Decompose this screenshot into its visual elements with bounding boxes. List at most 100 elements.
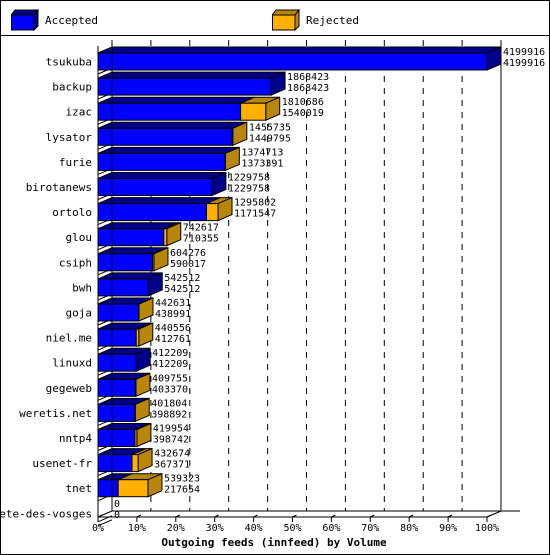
value-label-accepted: 398892 (151, 409, 187, 420)
bar-row: ortolo 12958021171547 (52, 196, 276, 226)
bar-accepted (97, 328, 137, 347)
category-label: usenet-fr (32, 457, 92, 470)
value-label-total: 1868423 (287, 72, 329, 83)
category-label: backup (52, 81, 92, 94)
bar-rejected (135, 328, 140, 347)
bar-accepted-top (97, 197, 221, 205)
bar-row: bete-des-vosges00 (0, 499, 120, 527)
x-tick-label: 30% (206, 523, 224, 534)
category-label: lysator (46, 131, 93, 144)
value-label-total: 440556 (155, 323, 191, 334)
value-label-total: 401804 (151, 398, 187, 409)
bar-accepted (97, 203, 208, 222)
bar-accepted (97, 278, 149, 297)
bar-accepted (97, 479, 119, 498)
x-tick-label: 10% (128, 523, 146, 534)
bar-row: furie 13747131373391 (59, 146, 283, 175)
value-label-accepted: 1171547 (234, 209, 276, 220)
bar-row: tsukuba 41999164199916 (46, 46, 545, 75)
value-label-total: 542512 (164, 273, 200, 284)
bar-row: gegeweb 409755403370 (46, 372, 188, 401)
category-label: furie (59, 156, 92, 169)
bar-row: niel.me 440556412761 (46, 322, 191, 351)
value-label-total: 412209 (152, 348, 188, 359)
bar-rejected (206, 203, 219, 222)
value-label-total: 0 (114, 499, 120, 510)
category-label: bwh (72, 281, 92, 294)
bar-row: nntp4 419954398742 (59, 422, 189, 451)
bar-row: goja 442631438991 (66, 297, 191, 326)
category-label: tsukuba (46, 56, 92, 69)
category-label: gegeweb (46, 382, 92, 395)
value-label-total: 604276 (170, 248, 206, 259)
x-tick-label: 40% (245, 523, 263, 534)
value-label-total: 1229758 (228, 173, 270, 184)
value-label-total: 409755 (152, 373, 188, 384)
bar-accepted-top (97, 96, 255, 104)
bar-row: tnet 539323217654 (66, 472, 200, 502)
value-label-total: 1810686 (282, 97, 324, 108)
x-tick-label: 100% (475, 523, 499, 534)
value-label-accepted: 1449795 (249, 133, 291, 144)
value-label-total: 742617 (183, 223, 219, 234)
bar-rejected (152, 253, 155, 272)
x-tick-label: 90% (439, 523, 457, 534)
category-label: niel.me (46, 332, 92, 345)
x-tick-label: 50% (283, 523, 301, 534)
bar-rejected (240, 102, 267, 121)
category-label: birotanews (26, 181, 92, 194)
bar-accepted (97, 52, 488, 71)
category-label: glou (66, 231, 93, 244)
bar-rejected (117, 479, 149, 498)
bar-row: usenet-fr 432674367371 (32, 447, 190, 477)
bar-accepted (97, 353, 137, 372)
value-label-total: 1455735 (249, 122, 291, 133)
category-label: nntp4 (59, 432, 92, 445)
bar-rejected (131, 454, 139, 473)
bar-accepted (97, 77, 272, 96)
x-tick-label: 0% (92, 523, 104, 534)
value-label-total: 4199916 (503, 47, 545, 58)
value-label-total: 432674 (154, 449, 190, 460)
bar-accepted-top (97, 172, 227, 179)
bar-accepted-top (97, 146, 240, 154)
bar-accepted (97, 303, 140, 322)
bar-accepted (97, 178, 213, 196)
value-label-accepted: 4199916 (503, 58, 545, 69)
value-label-accepted: 398742 (153, 435, 189, 446)
bar-accepted-top (97, 121, 247, 129)
value-label-accepted: 1868423 (287, 83, 329, 94)
category-label: goja (66, 307, 93, 320)
bar-accepted (97, 152, 226, 171)
bar-row: linuxd 412209412209 (52, 347, 188, 376)
category-label: weretis.net (19, 407, 92, 420)
x-tick-label: 80% (400, 523, 418, 534)
value-label-accepted: 438991 (155, 309, 191, 320)
bar-accepted (97, 253, 154, 272)
bar-rejected (134, 429, 138, 447)
bars: tsukuba 41999164199916 backup 1868423186842… (0, 46, 545, 527)
value-label-accepted: 403370 (152, 384, 188, 395)
bar-accepted (97, 378, 136, 397)
value-label-accepted: 412761 (155, 334, 191, 345)
bar-accepted-top (97, 46, 502, 54)
value-label-accepted: 367371 (154, 460, 190, 471)
x-tick-label: 60% (322, 523, 340, 534)
bar-accepted (97, 403, 136, 422)
value-label-accepted: 1540019 (282, 108, 324, 119)
value-label-accepted: 217654 (164, 485, 200, 496)
category-label: csiph (59, 256, 92, 269)
value-label-accepted: 542512 (164, 284, 200, 295)
bar-row: weretis.net 401804398892 (19, 397, 187, 426)
bar-rejected (134, 378, 137, 397)
bar-accepted (97, 454, 133, 473)
x-tick-label: 20% (167, 523, 185, 534)
value-label-accepted: 1229758 (228, 184, 270, 195)
bar-rejected (231, 127, 234, 146)
bar-row: backup 18684231868423 (52, 71, 329, 100)
value-label-total: 442631 (155, 298, 191, 309)
bar-row: bwh 542512542512 (72, 272, 200, 301)
bar-accepted (97, 127, 233, 146)
x-axis-title: Outgoing feeds (innfeed) by Volume (161, 536, 387, 549)
bar-accepted (97, 429, 136, 447)
